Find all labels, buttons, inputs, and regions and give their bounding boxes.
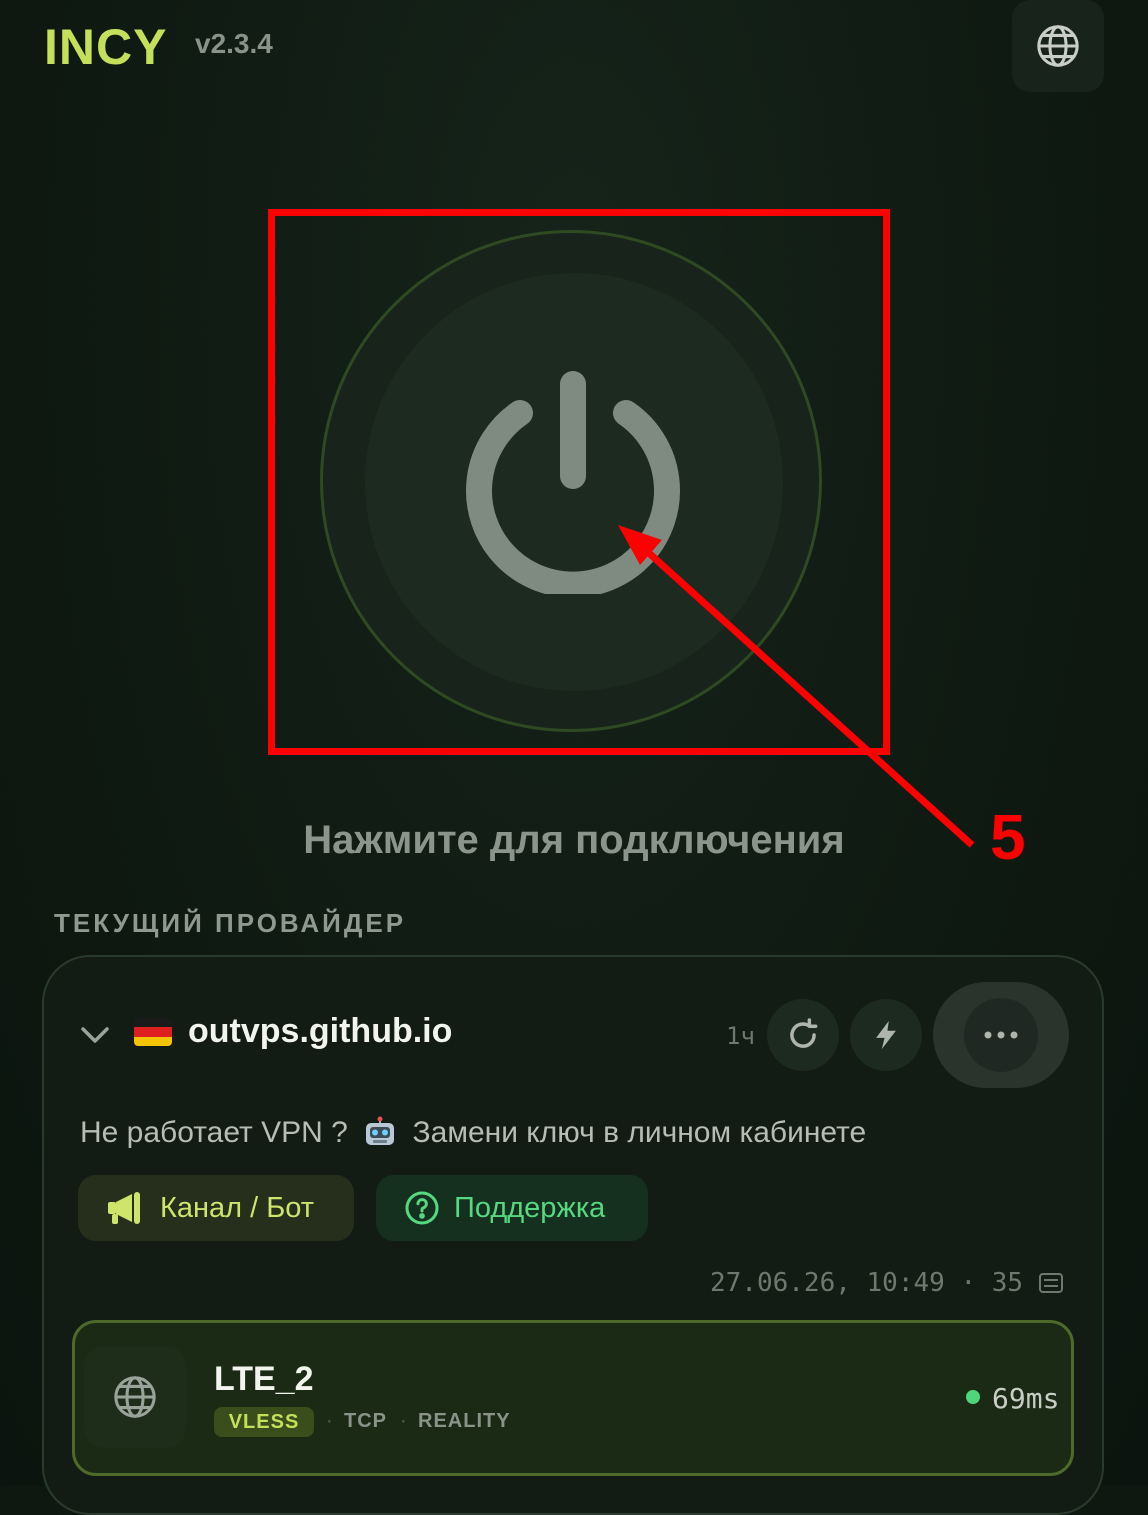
channel-bot-label: Канал / Бот: [160, 1191, 315, 1224]
more-button[interactable]: [964, 998, 1038, 1072]
server-count: 35: [991, 1268, 1024, 1298]
server-ping: 69ms: [992, 1382, 1060, 1415]
server-icon-box: [84, 1346, 186, 1448]
provider-message: Не работает VPN ? Замени ключ в личном к…: [80, 1116, 866, 1152]
message-text-1: Не работает VPN ?: [80, 1116, 348, 1149]
megaphone-icon: [108, 1192, 140, 1224]
speedtest-button[interactable]: [850, 999, 922, 1071]
message-text-2: Замени ключ в личном кабинете: [412, 1116, 867, 1149]
protocol-badge: VLESS: [214, 1407, 314, 1437]
support-button[interactable]: Поддержка: [376, 1175, 648, 1241]
help-icon: [405, 1191, 439, 1225]
status-dot: [966, 1390, 980, 1404]
provider-meta: 27.06.26, 10:49 · 35: [710, 1268, 1063, 1298]
server-name: LTE_2: [214, 1360, 314, 1398]
transport-label: TCP: [344, 1410, 387, 1432]
provider-age: 1ч: [726, 1022, 755, 1050]
provider-name: outvps.github.io: [188, 1012, 453, 1050]
refresh-button[interactable]: [767, 999, 839, 1071]
section-title: ТЕКУЩИЙ ПРОВАЙДЕР: [54, 908, 407, 938]
channel-bot-button[interactable]: Канал / Бот: [78, 1175, 354, 1241]
more-icon: [984, 1031, 1018, 1039]
updated-time: 27.06.26, 10:49: [710, 1268, 945, 1298]
lightning-icon: [876, 1020, 896, 1050]
globe-icon: [114, 1376, 156, 1418]
refresh-icon: [790, 1018, 818, 1048]
chevron-down-icon[interactable]: [80, 1020, 110, 1050]
robot-icon: [366, 1116, 395, 1146]
servers-icon: [1038, 1273, 1063, 1293]
support-label: Поддержка: [454, 1191, 606, 1224]
annotation-number: 5: [990, 801, 1026, 873]
security-label: REALITY: [418, 1410, 511, 1432]
germany-flag: [134, 1018, 172, 1046]
